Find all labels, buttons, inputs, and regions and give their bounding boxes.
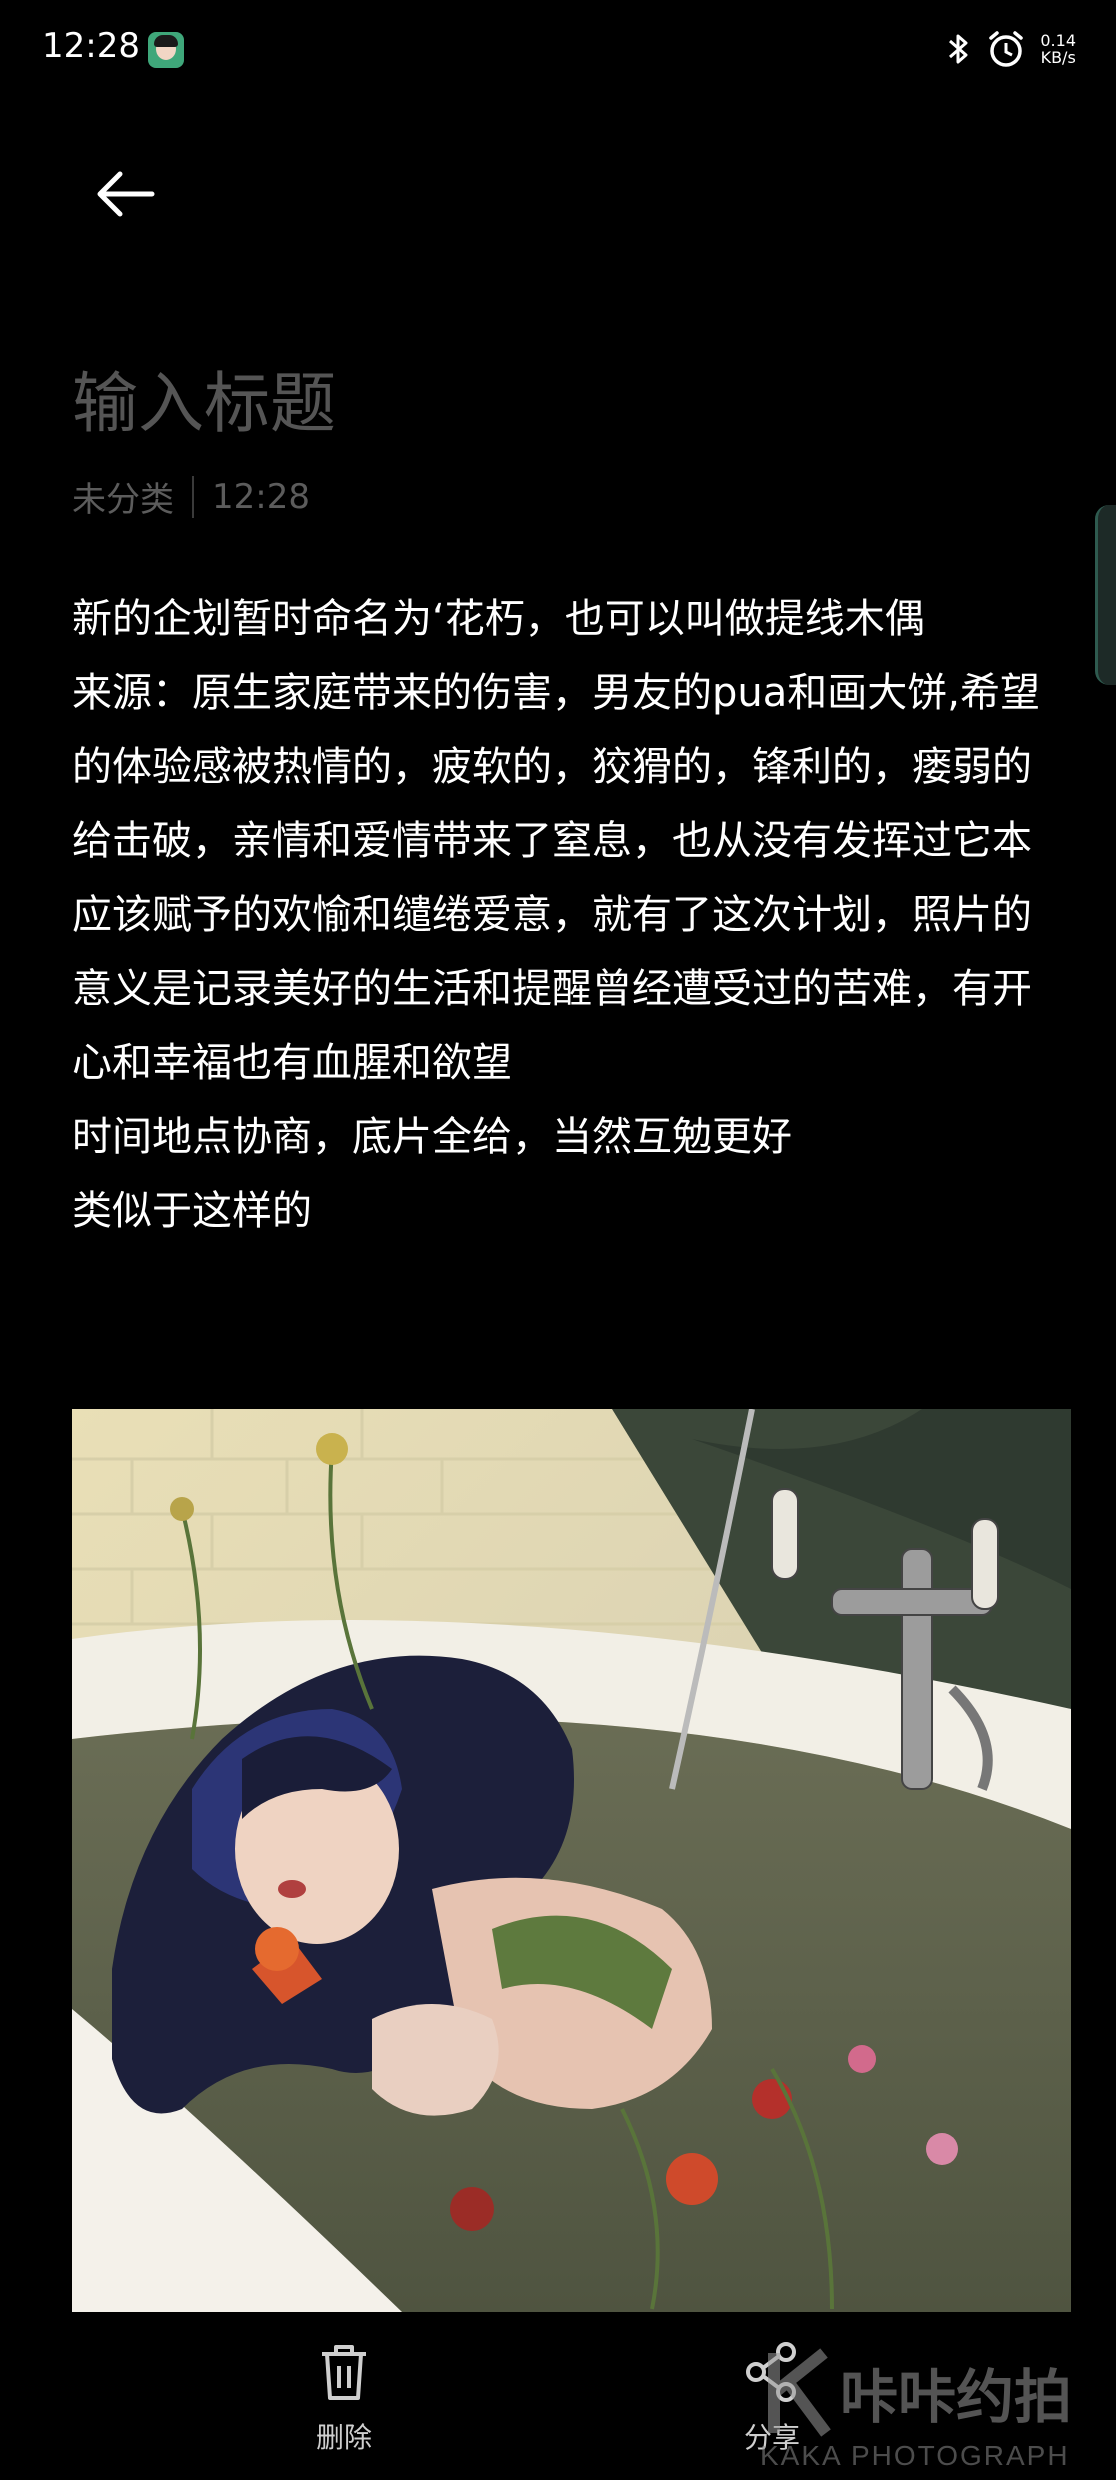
status-bar: 12:28 0.14 KB/s: [0, 0, 1116, 100]
alarm-icon: [989, 31, 1024, 67]
bluetooth-icon: [949, 34, 968, 64]
watermark-text: 咔咔约拍: [840, 2363, 1073, 2431]
kaka-logo-icon: [768, 2348, 831, 2437]
delete-label: 删除: [315, 2421, 372, 2454]
delete-button[interactable]: 删除: [274, 2340, 414, 2456]
note-body[interactable]: 新的企划暂时命名为‘花朽，也可以叫做提线木偶 来源：原生家庭带来的伤害，男友的p…: [72, 582, 1052, 1248]
note-image[interactable]: [72, 1409, 1071, 2312]
category-label[interactable]: 未分类: [72, 472, 174, 521]
status-icons: 0.14 KB/s: [946, 24, 1076, 74]
back-button[interactable]: [90, 164, 160, 224]
watermark: 咔咔约拍 KAKA PHOTOGRAPH: [760, 2340, 1100, 2480]
network-speed: 0.14 KB/s: [1040, 32, 1076, 66]
note-paragraph: 新的企划暂时命名为‘花朽，也可以叫做提线木偶: [72, 596, 925, 642]
note-meta: 未分类 12:28: [72, 472, 310, 521]
meta-divider: [192, 475, 194, 518]
note-paragraph: 时间地点协商，底片全给，当然互勉更好: [72, 1114, 792, 1160]
title-input[interactable]: 输入标题: [72, 350, 336, 446]
note-paragraph: 来源：原生家庭带来的伤害，男友的pua和画大饼,希望的体验感被热情的，疲软的，狡…: [72, 670, 1040, 1086]
note-time: 12:28: [212, 476, 310, 517]
trash-icon: [322, 2345, 366, 2400]
network-speed-value: 0.14: [1040, 31, 1076, 50]
network-speed-unit: KB/s: [1040, 48, 1076, 67]
arrow-left-icon: [97, 171, 155, 217]
app-notification-icon: [148, 32, 184, 68]
watermark-subtext: KAKA PHOTOGRAPH: [760, 2440, 1070, 2471]
side-drawer-handle[interactable]: [1095, 505, 1116, 685]
note-paragraph: 类似于这样的: [72, 1188, 312, 1234]
status-time: 12:28: [42, 26, 140, 66]
